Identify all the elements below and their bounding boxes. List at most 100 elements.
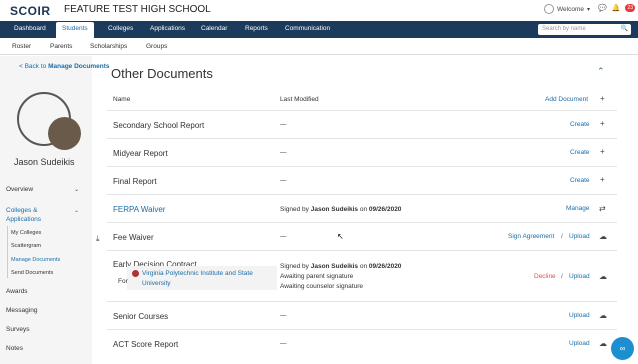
sidebar-manage-documents[interactable]: Manage Documents: [11, 257, 60, 263]
download-icon[interactable]: ⤓: [96, 234, 100, 244]
college-seal-icon: [132, 270, 139, 277]
top-bar: SCOIR FEATURE TEST HIGH SCHOOL Welcome ▾…: [0, 0, 638, 21]
sidebar-messaging[interactable]: Messaging: [6, 307, 37, 314]
doc-signed-status: Signed by Jason Sudeikis on 09/26/2020 A…: [280, 262, 401, 292]
student-name: Jason Sudeikis: [14, 157, 75, 167]
search-icon[interactable]: 🔍: [621, 25, 628, 32]
create-button[interactable]: Create: [570, 121, 590, 128]
sidebar-divider: [7, 226, 8, 278]
doc-name: Midyear Report: [113, 149, 168, 158]
nav-dashboard[interactable]: Dashboard: [14, 25, 46, 32]
awaiting-counselor: Awaiting counselor signature: [280, 283, 363, 290]
cloud-upload-icon[interactable]: ☁: [599, 232, 607, 241]
signed-on: on: [358, 206, 369, 213]
signed-date: 09/26/2020: [368, 206, 402, 213]
sidebar-my-colleges[interactable]: My Colleges: [11, 230, 41, 236]
sidebar-awards[interactable]: Awards: [6, 288, 28, 295]
upload-button[interactable]: Upload: [569, 312, 590, 319]
signed-date: 09/26/2020: [368, 263, 402, 270]
doc-signed-status: Signed by Jason Sudeikis on 09/26/2020: [280, 205, 401, 215]
column-header-name: Name: [113, 96, 131, 103]
signed-by: Jason Sudeikis: [310, 206, 359, 213]
subnav-scholarships[interactable]: Scholarships: [90, 43, 127, 50]
doc-modified: —: [280, 149, 287, 156]
sidebar-overview[interactable]: Overview: [6, 186, 33, 193]
for-label: For: [118, 278, 128, 285]
doc-name-link[interactable]: FERPA Waiver: [113, 205, 165, 214]
signed-on: on: [358, 263, 369, 270]
subnav-parents[interactable]: Parents: [50, 43, 72, 50]
add-document-button[interactable]: Add Document: [545, 96, 588, 103]
nav-reports[interactable]: Reports: [245, 25, 268, 32]
doc-name: Secondary School Report: [113, 121, 205, 130]
signed-prefix: Signed by: [280, 263, 311, 270]
column-header-last-modified: Last Modified: [280, 96, 319, 103]
chevron-up-icon[interactable]: ⌃: [74, 210, 79, 217]
welcome-label: Welcome: [557, 5, 584, 13]
upload-button[interactable]: Upload: [569, 233, 590, 240]
student-photo: [48, 117, 81, 150]
chevron-down-icon[interactable]: ⌄: [74, 186, 79, 193]
documents-panel: Other Documents ⌃ Name Last Modified Add…: [107, 56, 617, 364]
back-to-manage-documents[interactable]: < Back to Manage Documents: [19, 62, 110, 71]
back-prefix: < Back to: [19, 63, 49, 70]
table-row: [107, 329, 617, 359]
subnav-roster[interactable]: Roster: [12, 43, 31, 50]
welcome-menu[interactable]: Welcome ▾: [544, 4, 590, 14]
doc-modified: —: [280, 177, 287, 184]
mouse-cursor-icon: ↖: [337, 232, 344, 241]
college-link[interactable]: Virginia Polytechnic Institute and State…: [142, 269, 272, 289]
doc-modified: —: [280, 121, 287, 128]
doc-modified: —: [280, 340, 287, 347]
table-row: [107, 138, 617, 166]
sidebar-notes[interactable]: Notes: [6, 345, 23, 352]
sub-nav: Roster Parents Scholarships Groups: [0, 38, 638, 55]
manage-button[interactable]: Manage: [566, 205, 590, 212]
cloud-upload-icon[interactable]: ☁: [599, 311, 607, 320]
cloud-upload-icon[interactable]: ☁: [599, 272, 607, 281]
notification-badge: 23: [625, 4, 635, 12]
action-separator: /: [561, 233, 563, 240]
nav-communication[interactable]: Communication: [285, 25, 330, 32]
plus-icon[interactable]: +: [600, 119, 605, 128]
nav-calendar[interactable]: Calendar: [201, 25, 227, 32]
school-name: FEATURE TEST HIGH SCHOOL: [64, 4, 211, 15]
create-button[interactable]: Create: [570, 149, 590, 156]
chat-widget-icon[interactable]: ∞: [611, 337, 634, 360]
table-row: [107, 166, 617, 194]
signed-by: Jason Sudeikis: [310, 263, 359, 270]
scoir-logo[interactable]: SCOIR: [10, 4, 51, 18]
signed-prefix: Signed by: [280, 206, 311, 213]
doc-modified: —: [280, 233, 287, 240]
sign-agreement-button[interactable]: Sign Agreement: [508, 233, 554, 240]
cloud-upload-icon[interactable]: ☁: [599, 339, 607, 348]
plus-icon[interactable]: +: [600, 175, 605, 184]
nav-students[interactable]: Students: [56, 22, 94, 38]
sidebar-scattergram[interactable]: Scattergram: [11, 243, 41, 249]
bell-icon[interactable]: 🔔: [612, 4, 621, 12]
sidebar-surveys[interactable]: Surveys: [6, 326, 29, 333]
back-link-label: Manage Documents: [48, 63, 110, 70]
subnav-groups[interactable]: Groups: [146, 43, 167, 50]
create-button[interactable]: Create: [570, 177, 590, 184]
plus-icon[interactable]: +: [600, 94, 605, 103]
plus-icon[interactable]: +: [600, 147, 605, 156]
action-separator: /: [561, 273, 563, 280]
table-row: [107, 301, 617, 329]
nav-colleges[interactable]: Colleges: [108, 25, 133, 32]
search-input[interactable]: Search by name 🔍: [538, 24, 631, 35]
swap-arrows-icon[interactable]: ⇄: [599, 204, 606, 213]
upload-button[interactable]: Upload: [569, 340, 590, 347]
doc-name: ACT Score Report: [113, 340, 179, 349]
chevron-down-icon: ▾: [586, 6, 590, 13]
decline-button[interactable]: Decline: [534, 273, 556, 280]
doc-name: Final Report: [113, 177, 157, 186]
search-placeholder: Search by name: [542, 26, 586, 32]
upload-button[interactable]: Upload: [569, 273, 590, 280]
nav-applications[interactable]: Applications: [150, 25, 185, 32]
chevron-up-icon[interactable]: ⌃: [597, 66, 605, 77]
sidebar-send-documents[interactable]: Send Documents: [11, 270, 53, 276]
chat-bubble-icon[interactable]: 💬: [598, 4, 607, 12]
doc-modified: —: [280, 312, 287, 319]
sidebar-colleges-applications[interactable]: Colleges & Applications: [6, 206, 72, 224]
